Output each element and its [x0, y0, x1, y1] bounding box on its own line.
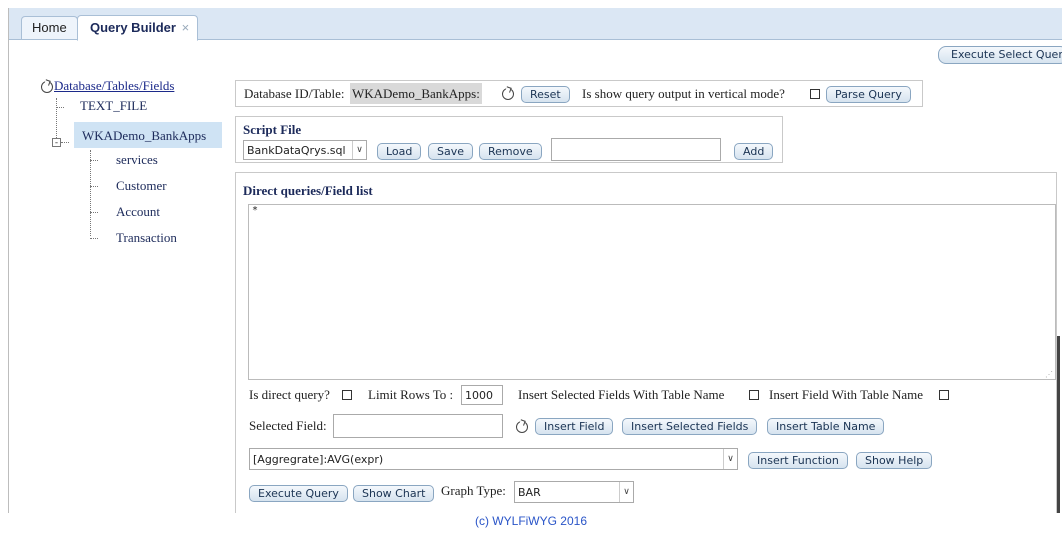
insert-selected-with-table-checkbox[interactable]	[749, 390, 759, 400]
limit-rows-label: Limit Rows To :	[368, 387, 454, 402]
resize-handle-icon[interactable]: ⋰	[1045, 370, 1053, 379]
chevron-down-icon: ∨	[619, 482, 633, 502]
script-file-panel: Script File BankDataQrys.sql ∨ Load Save…	[235, 116, 783, 163]
tree-child-h	[90, 212, 98, 213]
outer-left-border	[8, 8, 9, 513]
show-help-button[interactable]: Show Help	[856, 452, 933, 469]
tree-item-wkademo[interactable]: WKADemo_BankApps	[82, 128, 206, 144]
tree-root[interactable]: Database/Tables/Fields	[54, 78, 174, 94]
function-select[interactable]: [Aggregrate]:AVG(expr) ∨	[249, 448, 738, 470]
parse-query-button[interactable]: Parse Query	[826, 86, 911, 103]
graph-type-selected: BAR	[518, 486, 541, 499]
tab-query-builder[interactable]: Query Builder ×	[77, 15, 199, 41]
tree-child-label: Transaction	[116, 230, 177, 245]
tree-child-label: Customer	[116, 178, 167, 193]
insert-field-with-table-label: Insert Field With Table Name	[769, 387, 924, 402]
direct-queries-panel: Direct queries/Field list * ⋰ Is direct …	[235, 172, 1057, 513]
tab-home-label: Home	[32, 20, 67, 35]
tab-bar: Home Query Builder ×	[9, 8, 1062, 41]
chevron-down-icon: ∨	[723, 449, 737, 469]
tree-child-services[interactable]: services	[116, 152, 158, 168]
reset-button[interactable]: Reset	[521, 86, 570, 103]
tree-child-label: Account	[116, 204, 161, 219]
direct-queries-title: Direct queries/Field list	[243, 183, 373, 198]
tree-connector-h2	[61, 142, 69, 143]
graph-type-select[interactable]: BAR ∨	[514, 481, 634, 503]
insert-field-button[interactable]: Insert Field	[535, 418, 614, 435]
tree-item-text-file[interactable]: TEXT_FILE	[80, 98, 147, 114]
insert-field-with-table-checkbox[interactable]	[939, 390, 949, 400]
script-file-selected: BankDataQrys.sql	[247, 144, 346, 157]
script-file-select[interactable]: BankDataQrys.sql ∨	[243, 140, 367, 160]
selected-field-label: Selected Field:	[249, 418, 327, 433]
db-id-label: Database ID/Table:	[244, 86, 345, 101]
tree-connector-h	[56, 107, 64, 108]
tree-child-customer[interactable]: Customer	[116, 178, 167, 194]
footer-text: (c) WYLFiWYG 2016	[474, 514, 588, 528]
load-button[interactable]: Load	[377, 143, 422, 160]
scrollbar[interactable]	[1057, 336, 1060, 513]
is-direct-query-checkbox[interactable]	[342, 390, 352, 400]
script-file-title: Script File	[243, 122, 302, 137]
tree-child-label: services	[116, 152, 158, 167]
tree-child-connector	[90, 150, 91, 236]
tree-item-label: WKADemo_BankApps	[82, 128, 207, 143]
tree-child-account[interactable]: Account	[116, 204, 160, 220]
tree-child-h	[90, 160, 98, 161]
vertical-mode-checkbox[interactable]	[810, 89, 820, 99]
script-name-input[interactable]	[551, 138, 721, 161]
tab-query-builder-label: Query Builder	[90, 20, 176, 35]
graph-type-label: Graph Type:	[441, 483, 506, 498]
query-textarea[interactable]: * ⋰	[248, 204, 1056, 380]
remove-button[interactable]: Remove	[479, 143, 542, 160]
tree-item-label: TEXT_FILE	[80, 98, 148, 113]
refresh-icon[interactable]	[502, 88, 514, 100]
collapse-icon[interactable]: -	[52, 138, 61, 147]
query-text: *	[252, 205, 259, 216]
tree-child-h	[90, 238, 98, 239]
insert-selected-fields-button[interactable]: Insert Selected Fields	[622, 418, 758, 435]
tree-root-link[interactable]: Database/Tables/Fields	[54, 78, 174, 93]
insert-table-name-button[interactable]: Insert Table Name	[767, 418, 885, 435]
show-chart-button[interactable]: Show Chart	[353, 485, 435, 502]
refresh-icon[interactable]	[41, 81, 53, 93]
insert-selected-with-table-label: Insert Selected Fields With Table Name	[518, 387, 725, 402]
execute-query-button[interactable]: Execute Query	[249, 485, 348, 502]
chevron-down-icon: ∨	[352, 141, 366, 159]
tree-child-h	[90, 186, 98, 187]
selected-field-input[interactable]	[333, 414, 503, 438]
function-selected: [Aggregrate]:AVG(expr)	[253, 453, 384, 466]
refresh-icon[interactable]	[516, 421, 528, 433]
limit-rows-input[interactable]	[461, 385, 503, 405]
tree-panel: Database/Tables/Fields TEXT_FILE - WKADe…	[30, 76, 230, 256]
is-direct-query-label: Is direct query?	[249, 387, 330, 402]
add-button[interactable]: Add	[734, 143, 774, 160]
vertical-mode-label: Is show query output in vertical mode?	[582, 86, 785, 101]
insert-function-button[interactable]: Insert Function	[748, 452, 848, 469]
db-id-value: WKADemo_BankApps:	[350, 83, 482, 104]
db-bar: Database ID/Table: WKADemo_BankApps: Res…	[235, 80, 923, 107]
tree-child-transaction[interactable]: Transaction	[116, 230, 177, 246]
close-icon[interactable]: ×	[182, 20, 190, 35]
execute-select-query-button[interactable]: Execute Select Quer	[938, 46, 1062, 64]
tab-home[interactable]: Home	[21, 16, 78, 39]
save-button[interactable]: Save	[428, 143, 474, 160]
